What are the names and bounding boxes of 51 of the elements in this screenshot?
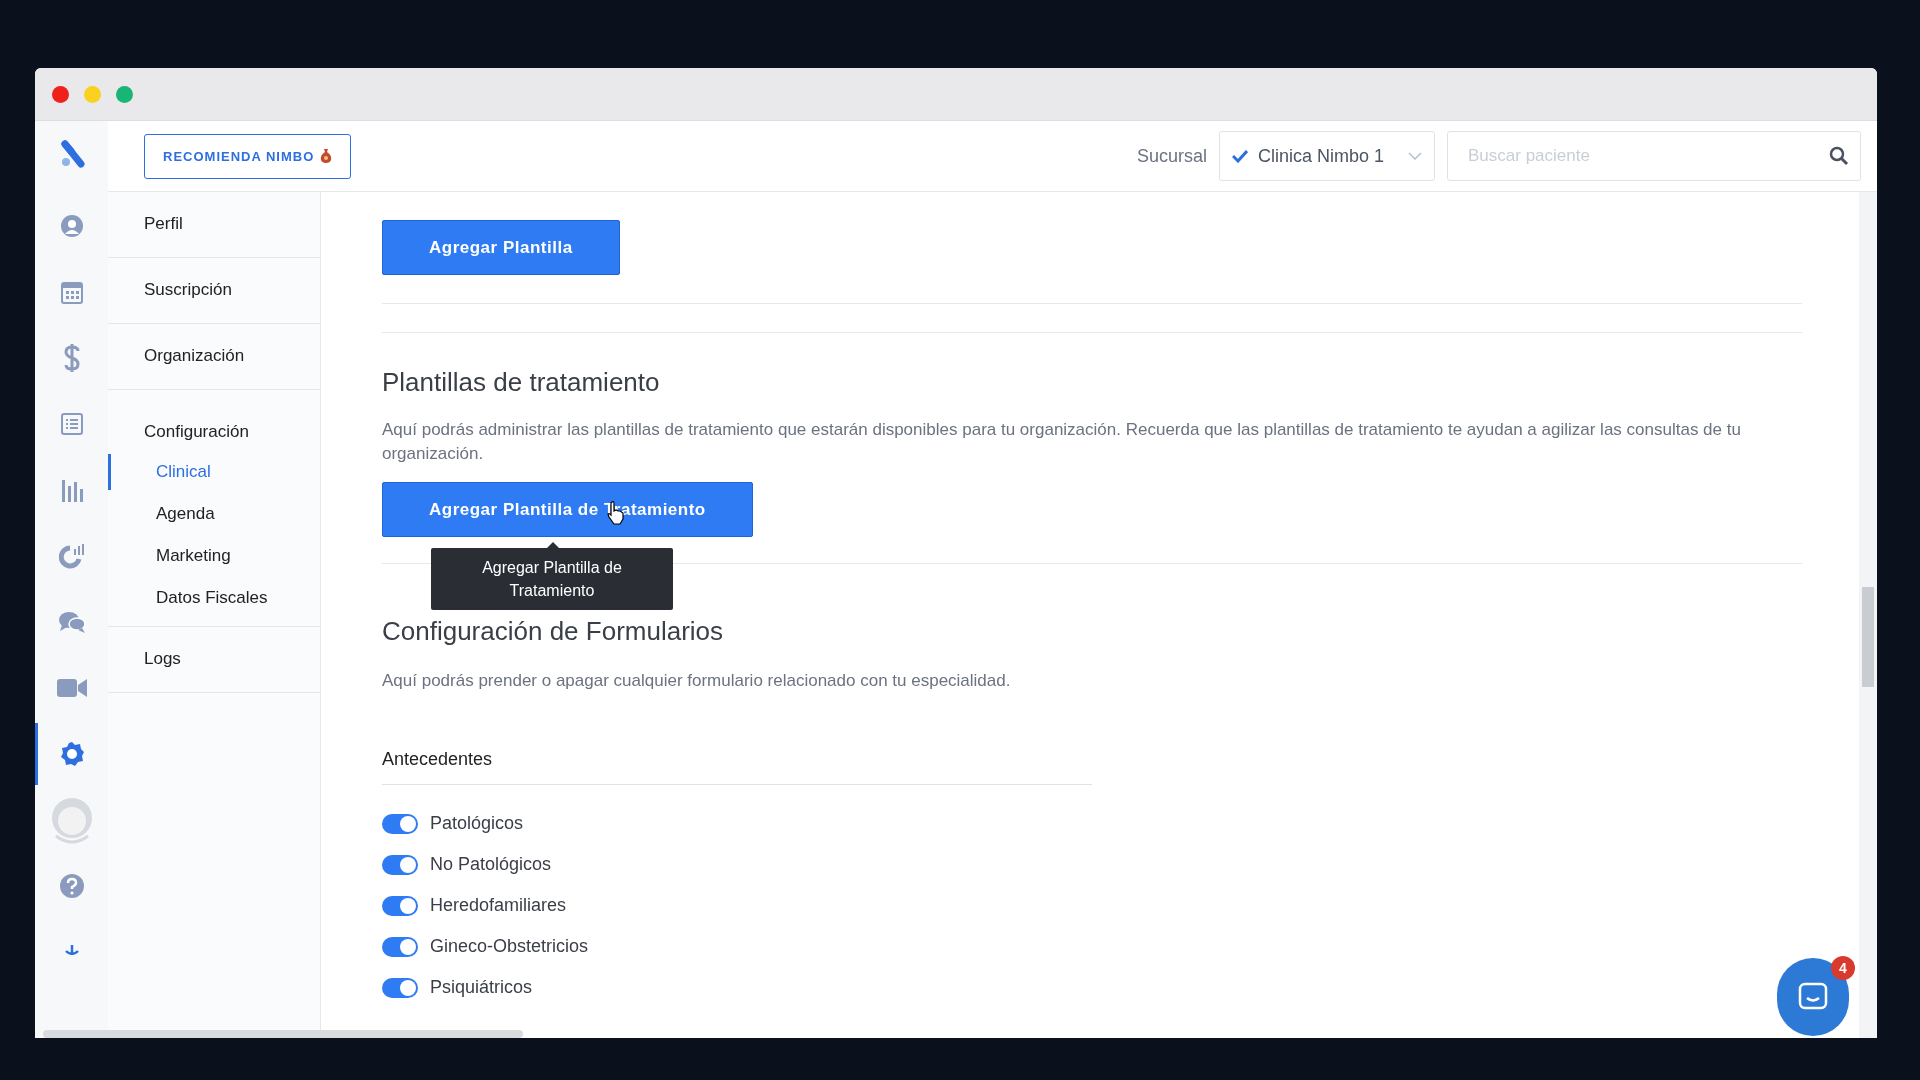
recommend-button[interactable]: RECOMIENDA NIMBO <box>144 133 352 179</box>
toggle-switch[interactable] <box>382 977 418 998</box>
calendar-icon[interactable] <box>60 280 83 304</box>
section-title: Plantillas de tratamiento <box>382 367 661 398</box>
toggle-label: No Patológicos <box>430 854 552 875</box>
settings-icon[interactable] <box>58 741 85 767</box>
toggle-switch[interactable] <box>382 854 418 875</box>
toggle-switch[interactable] <box>382 936 418 957</box>
branch-select[interactable]: Clinica Nimbo 1 <box>1219 131 1435 181</box>
chat-launcher-button[interactable] <box>1777 958 1849 1036</box>
chat-icon[interactable] <box>57 610 86 634</box>
chat-bubble-icon <box>1798 982 1828 1012</box>
toggle-switch[interactable] <box>382 895 418 916</box>
user-icon[interactable] <box>59 214 84 238</box>
list-icon[interactable] <box>60 413 83 435</box>
tooltip-arrow <box>547 542 559 548</box>
search-icon[interactable] <box>1829 146 1849 166</box>
toggle-label: Psiquiátricos <box>430 977 533 998</box>
pie-chart-icon[interactable] <box>58 543 85 569</box>
notification-badge: 4 <box>1831 956 1855 980</box>
settings-menu-item[interactable]: Configuración <box>144 422 249 442</box>
money-bag-icon <box>320 148 333 164</box>
horizontal-scrollbar-thumb[interactable] <box>43 1030 523 1038</box>
section-description: Aquí podrás administrar las plantillas de tratamiento que estarán disponibles para tu organización. Recuerda que las plantillas de tratamiento te ayudan a agilizar las consultas de tu organización. <box>382 419 1742 465</box>
toggle-label: Gineco-Obstetricios <box>430 936 589 957</box>
check-icon <box>1232 149 1248 163</box>
dollar-icon[interactable] <box>63 343 80 373</box>
settings-submenu-item[interactable]: Marketing <box>108 546 320 566</box>
maximize-window-button[interactable] <box>116 85 133 103</box>
settings-menu-item[interactable]: Suscripción <box>144 280 232 300</box>
settings-menu-item[interactable]: Organización <box>144 346 245 366</box>
settings-menu-item[interactable]: Logs <box>144 649 181 669</box>
bar-chart-icon[interactable] <box>60 478 83 502</box>
settings-submenu-item[interactable]: Datos Fiscales <box>108 588 320 608</box>
section-description: Aquí podrás prender o apagar cualquier formulario relacionado con tu especialidad. <box>382 670 1012 692</box>
chevron-down-icon <box>1408 152 1422 160</box>
add-template-button[interactable]: Agregar Plantilla <box>382 220 620 275</box>
video-camera-icon[interactable] <box>56 677 87 699</box>
settings-submenu-item[interactable]: Clinical <box>108 454 320 490</box>
section-title: Configuración de Formularios <box>382 616 725 647</box>
scrollbar-thumb[interactable] <box>1862 587 1874 687</box>
branch-label: Sucursal <box>1136 145 1207 167</box>
group-title: Antecedentes <box>382 749 494 770</box>
toggle-switch[interactable] <box>382 813 418 834</box>
tooltip: Agregar Plantilla de Tratamiento <box>431 548 673 610</box>
toggle-label: Patológicos <box>430 813 524 834</box>
help-icon[interactable] <box>58 873 85 899</box>
close-window-button[interactable] <box>52 85 69 103</box>
settings-menu-item[interactable]: Perfil <box>144 214 183 234</box>
toggle-label: Heredofamiliares <box>430 895 567 916</box>
settings-submenu-item[interactable]: Agenda <box>108 504 320 524</box>
